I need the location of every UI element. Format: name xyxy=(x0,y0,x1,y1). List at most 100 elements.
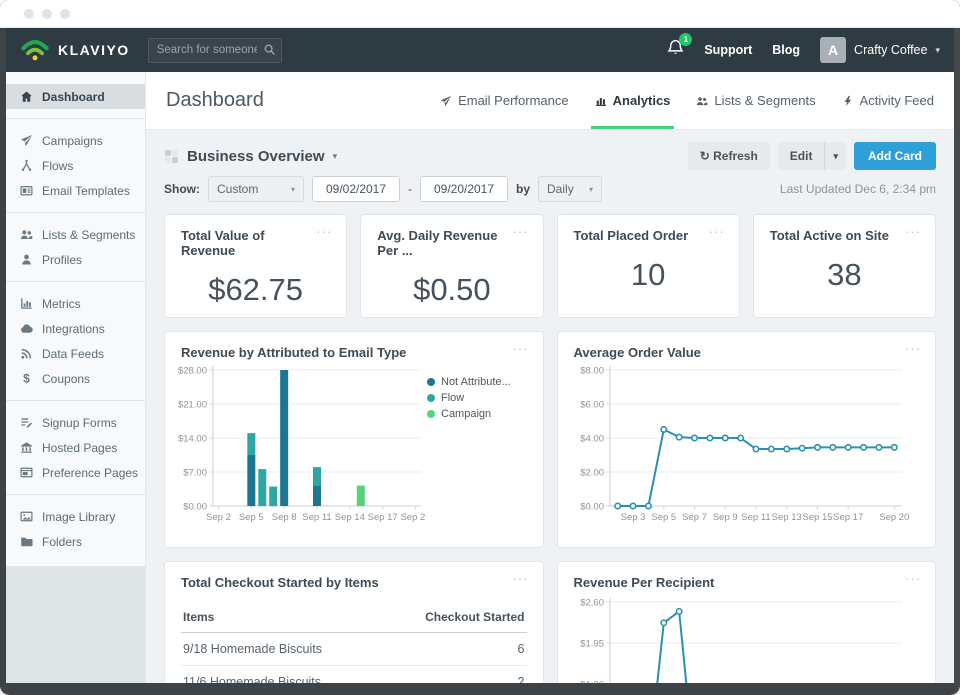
edit-button[interactable]: Edit xyxy=(778,142,825,170)
support-link[interactable]: Support xyxy=(704,43,752,57)
sidebar-item-preference-pages[interactable]: Preference Pages xyxy=(6,460,145,485)
average-order-value-chart: $0.00$2.00$4.00$6.00$8.00Sep 3Sep 5Sep 7… xyxy=(568,362,914,530)
window-dot[interactable] xyxy=(24,9,34,19)
sidebar-item-email-templates[interactable]: Email Templates xyxy=(6,178,145,203)
svg-text:Sep 7: Sep 7 xyxy=(682,512,707,523)
search-input[interactable] xyxy=(148,38,282,63)
window-dot[interactable] xyxy=(60,9,70,19)
chevron-down-icon: ▾ xyxy=(589,185,593,194)
stat-card-value: 10 xyxy=(558,257,739,293)
svg-text:Sep 11: Sep 11 xyxy=(302,512,331,523)
card-menu-button[interactable]: ··· xyxy=(513,575,529,583)
account-menu[interactable]: A Crafty Coffee ▾ xyxy=(820,37,940,63)
card-menu-button[interactable]: ··· xyxy=(316,228,332,236)
chart-legend: Not Attribute...FlowCampaign xyxy=(427,376,511,530)
date-from-input[interactable] xyxy=(312,176,400,202)
klaviyo-logo[interactable]: KLAVIYO xyxy=(20,38,130,62)
tab-label: Activity Feed xyxy=(860,93,934,108)
sidebar-item-folders[interactable]: Folders xyxy=(6,529,145,554)
svg-text:Sep 3: Sep 3 xyxy=(620,512,645,523)
sidebar-item-dashboard[interactable]: Dashboard xyxy=(6,84,145,109)
signup-icon xyxy=(20,416,33,429)
notifications-button[interactable]: 1 xyxy=(667,39,684,61)
sidebar-item-metrics[interactable]: Metrics xyxy=(6,291,145,316)
sidebar-item-signup-forms[interactable]: Signup Forms xyxy=(6,410,145,435)
rss-icon xyxy=(20,347,33,360)
blog-link[interactable]: Blog xyxy=(772,43,800,57)
board-toolbar: Business Overview ▾ ↻ Refresh Edit ▾ Add… xyxy=(164,142,936,170)
stat-card-value: 38 xyxy=(754,257,935,293)
legend-item: Not Attribute... xyxy=(427,376,511,388)
app-window: KLAVIYO 1 Support Blog xyxy=(0,0,960,695)
sidebar-item-label: Lists & Segments xyxy=(42,228,135,242)
tab-analytics[interactable]: Analytics xyxy=(595,72,671,129)
sidebar-item-integrations[interactable]: Integrations xyxy=(6,316,145,341)
sidebar-item-campaigns[interactable]: Campaigns xyxy=(6,128,145,153)
home-icon xyxy=(20,90,33,103)
window-frame: KLAVIYO 1 Support Blog xyxy=(0,28,960,695)
interval-select[interactable]: Daily▾ xyxy=(538,176,602,202)
card-menu-button[interactable]: ··· xyxy=(905,345,921,353)
svg-text:$0.00: $0.00 xyxy=(183,502,207,513)
svg-text:$4.00: $4.00 xyxy=(580,434,604,445)
revenue-per-recipient-chart: $0.00$0.65$1.30$1.95$2.60Sep 3Sep 5Sep 7… xyxy=(568,592,914,683)
svg-text:$21.00: $21.00 xyxy=(178,400,207,411)
sidebar-item-coupons[interactable]: $Coupons xyxy=(6,366,145,391)
card-menu-button[interactable]: ··· xyxy=(905,228,921,236)
card-menu-button[interactable]: ··· xyxy=(513,228,529,236)
card-menu-button[interactable]: ··· xyxy=(709,228,725,236)
sidebar-item-hosted-pages[interactable]: Hosted Pages xyxy=(6,435,145,460)
sidebar-item-label: Signup Forms xyxy=(42,416,117,430)
svg-text:Sep 5: Sep 5 xyxy=(651,512,676,523)
users-icon xyxy=(696,95,708,107)
stat-card-total-value-of-revenue: Total Value of Revenue··· $62.75 xyxy=(164,214,347,318)
refresh-button[interactable]: ↻ Refresh xyxy=(688,142,770,170)
card-menu-button[interactable]: ··· xyxy=(513,345,529,353)
sidebar-item-image-library[interactable]: Image Library xyxy=(6,504,145,529)
svg-text:$: $ xyxy=(23,372,30,385)
tab-activity-feed[interactable]: Activity Feed xyxy=(842,72,934,129)
edit-split-button: Edit ▾ xyxy=(778,142,846,170)
tab-bar: Email Performance Analytics Lists & Segmen… xyxy=(440,72,934,129)
add-card-button[interactable]: Add Card xyxy=(854,142,936,170)
page-title: Dashboard xyxy=(166,89,264,112)
sidebar-item-flows[interactable]: Flows xyxy=(6,153,145,178)
search-icon[interactable] xyxy=(263,43,276,61)
window-dot[interactable] xyxy=(42,9,52,19)
sidebar-item-label: Profiles xyxy=(42,253,82,267)
card-title: Average Order Value xyxy=(574,345,701,360)
show-label: Show: xyxy=(164,182,200,196)
tab-lists-segments[interactable]: Lists & Segments xyxy=(696,72,815,129)
sidebar-item-label: Dashboard xyxy=(42,90,105,104)
stat-card-total-active-on-site: Total Active on Site···38 xyxy=(753,214,936,318)
stat-card-value: $62.75 xyxy=(165,272,346,308)
tab-email-performance[interactable]: Email Performance xyxy=(440,72,569,129)
edit-dropdown-button[interactable]: ▾ xyxy=(824,142,846,170)
date-to-input[interactable] xyxy=(420,176,508,202)
legend-item: Flow xyxy=(427,392,511,404)
tab-label: Lists & Segments xyxy=(714,93,815,108)
table-row[interactable]: 11/6 Homemade Biscuits2 xyxy=(181,666,527,683)
sidebar-item-data-feeds[interactable]: Data Feeds xyxy=(6,341,145,366)
tab-label: Analytics xyxy=(613,93,671,108)
folder-icon xyxy=(20,535,33,548)
svg-text:Sep 8: Sep 8 xyxy=(272,512,297,523)
refresh-icon: ↻ xyxy=(700,149,710,163)
stat-card-title: Avg. Daily Revenue Per ... xyxy=(377,228,512,258)
revenue-by-type-chart: $0.00$7.00$14.00$21.00$28.00Sep 2Sep 5Se… xyxy=(175,362,425,530)
sidebar-item-profiles[interactable]: Profiles xyxy=(6,247,145,272)
table-row[interactable]: 9/18 Homemade Biscuits6 xyxy=(181,633,527,666)
sidebar-divider xyxy=(6,118,145,119)
board-picker[interactable]: Business Overview ▾ xyxy=(164,148,337,165)
card-menu-button[interactable]: ··· xyxy=(905,575,921,583)
by-label: by xyxy=(516,182,530,196)
dashboard-content: Business Overview ▾ ↻ Refresh Edit ▾ Add… xyxy=(146,130,954,683)
svg-text:$14.00: $14.00 xyxy=(178,434,207,445)
sidebar-item-label: Preference Pages xyxy=(42,466,138,480)
stat-card-value: $0.50 xyxy=(361,272,542,308)
sidebar-item-lists-segments[interactable]: Lists & Segments xyxy=(6,222,145,247)
range-select[interactable]: Custom▾ xyxy=(208,176,304,202)
stat-card-title: Total Value of Revenue xyxy=(181,228,316,258)
svg-text:$2.60: $2.60 xyxy=(580,598,604,609)
item-count: 2 xyxy=(518,675,525,683)
